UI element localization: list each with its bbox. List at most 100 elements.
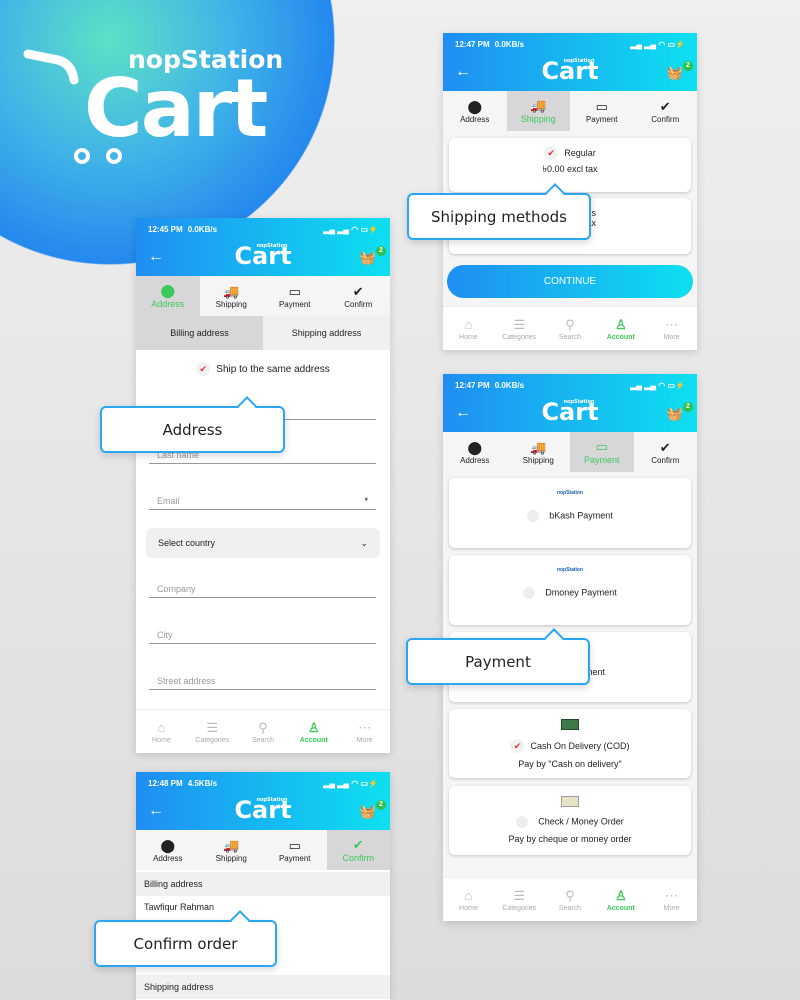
- network-speed: 0.0KB/s: [187, 224, 218, 234]
- back-arrow-icon[interactable]: ←: [455, 63, 471, 81]
- same-address-label: Ship to the same address: [216, 364, 330, 375]
- step-label: Confirm: [344, 299, 373, 309]
- logo-small: nopStation: [256, 797, 288, 803]
- nav-label: More: [663, 333, 680, 341]
- app-chrome: 12:47 PM 0.0KB/s ▂▄ ▂▄ ◠ ▭⚡ ← nopStation Cart…: [443, 33, 697, 131]
- nav-search[interactable]: ⚲ Search: [238, 710, 289, 753]
- nav-more[interactable]: ⋯ More: [339, 710, 390, 753]
- status-time: 12:45 PM: [148, 224, 183, 234]
- radio-button[interactable]: [516, 816, 529, 828]
- billing-address-tab[interactable]: Billing address: [136, 316, 263, 350]
- menu-icon: ☰: [206, 719, 219, 735]
- basket-icon[interactable]: 🧺: [360, 804, 376, 820]
- method-name: Dmoney Payment: [545, 587, 617, 598]
- nav-account[interactable]: ♙ Account: [595, 878, 646, 921]
- step-payment[interactable]: ▭ Payment: [570, 91, 634, 131]
- step-address[interactable]: ⬤ Address: [136, 276, 200, 316]
- nav-categories[interactable]: ☰ Categories: [494, 307, 545, 350]
- nav-label: More: [663, 904, 680, 912]
- payment-method-dmoney[interactable]: nopStation Dmoney Payment: [449, 555, 691, 625]
- check-circle-icon: ✔: [352, 283, 364, 299]
- nav-home[interactable]: ⌂ Home: [443, 878, 494, 921]
- back-arrow-icon[interactable]: ←: [148, 802, 164, 820]
- step-address[interactable]: ⬤ Address: [136, 830, 200, 870]
- truck-icon: 🚚: [530, 98, 547, 113]
- logo-small: nopStation: [563, 399, 595, 405]
- continue-button[interactable]: CONTINUE: [447, 265, 693, 298]
- step-shipping[interactable]: 🚚 Shipping: [200, 830, 264, 870]
- step-address[interactable]: ⬤ Address: [443, 432, 507, 472]
- nav-categories[interactable]: ☰ Categories: [494, 878, 545, 921]
- nav-label: Categories: [502, 333, 537, 341]
- search-icon: ⚲: [565, 316, 575, 332]
- company-field[interactable]: Company: [149, 584, 376, 598]
- step-confirm[interactable]: ✔ Confirm: [634, 91, 698, 131]
- step-label: Payment: [583, 455, 620, 465]
- nav-more[interactable]: ⋯ More: [646, 307, 697, 350]
- status-left: 12:45 PM 0.0KB/s: [148, 225, 217, 234]
- nav-home[interactable]: ⌂ Home: [443, 307, 494, 350]
- basket-icon[interactable]: 🧺: [360, 250, 376, 266]
- step-confirm[interactable]: ✔ Confirm: [634, 432, 698, 472]
- billing-address-heading: Billing address: [136, 872, 390, 896]
- country-select[interactable]: Select country ⌄: [146, 528, 380, 558]
- status-bar: 12:45 PM 0.0KB/s ▂▄ ▂▄ ◠ ▭⚡: [136, 218, 390, 240]
- step-label: Shipping: [522, 455, 554, 465]
- nav-categories[interactable]: ☰ Categories: [187, 710, 238, 753]
- chevron-down-icon: ⌄: [360, 537, 368, 548]
- nav-label: Account: [299, 736, 328, 744]
- menu-icon: ☰: [513, 887, 526, 903]
- more-icon: ⋯: [665, 887, 679, 903]
- check-icon: ✔: [510, 739, 525, 753]
- shipping-screen: 12:47 PM 0.0KB/s ▂▄ ▂▄ ◠ ▭⚡ ← nopStation Cart…: [443, 33, 697, 350]
- home-icon: ⌂: [464, 316, 473, 332]
- step-label: Confirm: [651, 114, 680, 124]
- nav-search[interactable]: ⚲ Search: [545, 307, 596, 350]
- shipping-method-regular[interactable]: ✔ Regular ৳0.00 excl tax: [449, 138, 691, 192]
- street-address-field[interactable]: Street address: [149, 676, 376, 690]
- basket-icon[interactable]: 🧺: [667, 406, 683, 422]
- step-shipping[interactable]: 🚚 Shipping: [200, 276, 264, 316]
- back-arrow-icon[interactable]: ←: [148, 248, 164, 266]
- step-address[interactable]: ⬤ Address: [443, 91, 507, 131]
- step-label: Shipping: [215, 853, 247, 863]
- basket-icon[interactable]: 🧺: [667, 65, 683, 81]
- payment-method-bkash[interactable]: nopStation bKash Payment: [449, 478, 691, 548]
- method-name: bKash Payment: [549, 510, 613, 521]
- bottom-nav: ⌂ Home ☰ Categories ⚲ Search ♙ Account ⋯ More: [443, 306, 697, 350]
- step-shipping[interactable]: 🚚 Shipping: [506, 91, 570, 131]
- nav-label: Account: [606, 333, 635, 341]
- step-shipping[interactable]: 🚚 Shipping: [507, 432, 571, 472]
- map-pin-icon: ⬤: [160, 283, 176, 298]
- network-speed: 4.5KB/s: [187, 778, 218, 788]
- radio-button[interactable]: [527, 510, 540, 522]
- step-confirm[interactable]: ✔ Confirm: [326, 830, 390, 870]
- more-icon: ⋯: [665, 316, 679, 332]
- step-payment[interactable]: ▭ Payment: [263, 830, 327, 870]
- more-icon: ⋯: [358, 719, 372, 735]
- nav-more[interactable]: ⋯ More: [646, 878, 697, 921]
- payment-method-check[interactable]: Check / Money Order Pay by cheque or mon…: [449, 786, 691, 855]
- step-payment[interactable]: ▭ Payment: [570, 432, 634, 472]
- method-description: Pay by cheque or money order: [508, 834, 632, 844]
- app-logo: nopStation Cart: [541, 57, 598, 85]
- callout-shipping-methods: Shipping methods: [407, 183, 591, 240]
- shipping-address-tab[interactable]: Shipping address: [263, 316, 390, 350]
- app-logo: nopStation Cart: [234, 796, 291, 824]
- back-arrow-icon[interactable]: ←: [455, 404, 471, 422]
- nav-account[interactable]: ♙ Account: [288, 710, 339, 753]
- status-time: 12:47 PM: [455, 39, 490, 49]
- payment-method-cod[interactable]: ✔ Cash On Delivery (COD) Pay by "Cash on …: [449, 709, 691, 778]
- nav-home[interactable]: ⌂ Home: [136, 710, 187, 753]
- email-field[interactable]: Email *: [149, 496, 376, 510]
- nav-account[interactable]: ♙ Account: [595, 307, 646, 350]
- home-icon: ⌂: [464, 887, 473, 903]
- method-name: Check / Money Order: [538, 816, 624, 827]
- step-confirm[interactable]: ✔ Confirm: [327, 276, 391, 316]
- radio-button[interactable]: [523, 587, 536, 599]
- step-payment[interactable]: ▭ Payment: [263, 276, 327, 316]
- city-field[interactable]: City: [149, 630, 376, 644]
- same-address-checkbox[interactable]: ✔ Ship to the same address: [136, 362, 390, 376]
- nav-search[interactable]: ⚲ Search: [545, 878, 596, 921]
- step-label: Address: [460, 455, 490, 465]
